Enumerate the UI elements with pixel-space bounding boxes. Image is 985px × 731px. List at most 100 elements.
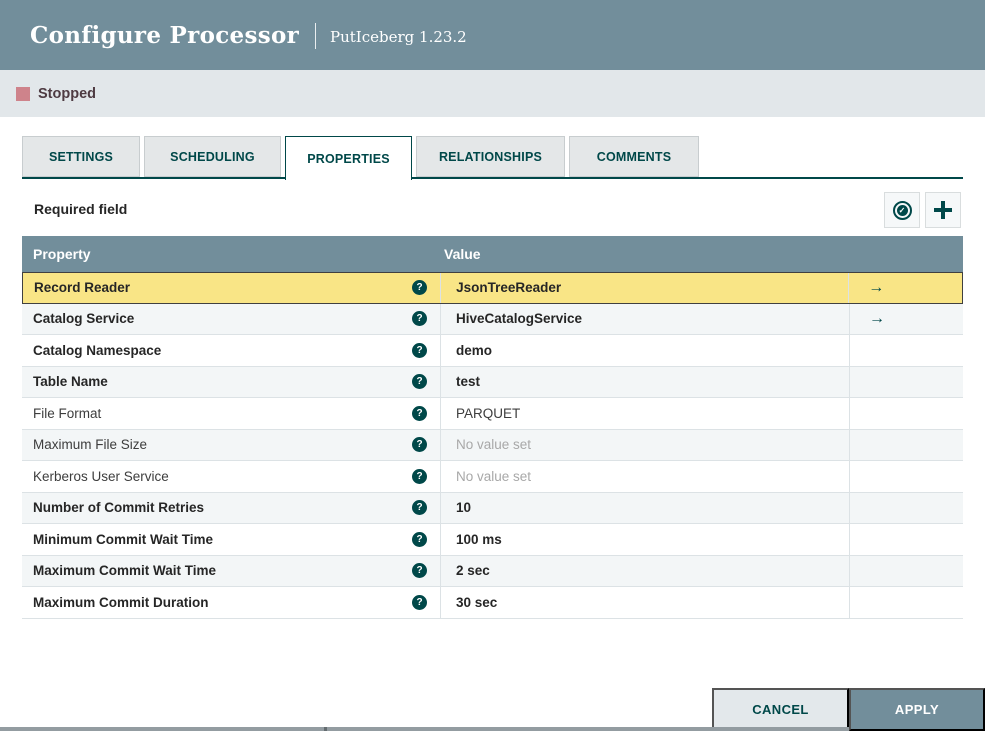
plus-icon [934,201,952,219]
cancel-button[interactable]: CANCEL [712,688,849,731]
tab-settings[interactable]: SETTINGS [22,136,140,177]
value-cell[interactable]: PARQUET [440,398,849,429]
stopped-status-icon [16,86,30,101]
help-icon[interactable]: ? [412,405,427,421]
table-header-row: Property Value [22,236,963,272]
dialog-header: Configure Processor PutIceberg 1.23.2 [0,0,985,70]
value-cell[interactable]: 100 ms [440,524,849,555]
properties-table: Property Value Record Reader ? JsonTreeR… [22,236,963,619]
tab-underline [22,177,963,179]
property-name: Maximum Commit Wait Time [33,563,217,579]
property-cell: Catalog Service ? [22,304,440,335]
go-to-cell: → [849,555,963,586]
value-cell[interactable]: 2 sec [440,555,849,586]
tab-label: PROPERTIES [307,151,390,166]
tab-label: COMMENTS [596,149,672,164]
column-header-property: Property [33,246,91,262]
property-name: Maximum File Size [33,437,148,453]
go-to-service-icon[interactable]: → [869,310,885,327]
help-icon[interactable]: ? [412,594,427,610]
table-row[interactable]: Table Name ? test → [22,366,963,398]
property-value: 100 ms [456,531,502,547]
add-property-button[interactable] [925,192,961,228]
go-to-cell: → [849,461,963,492]
property-cell: Record Reader ? [23,273,440,303]
table-row[interactable]: Minimum Commit Wait Time ? 100 ms → [22,524,963,556]
check-circle-icon: ✓ [892,200,912,220]
properties-table-body: Record Reader ? JsonTreeReader → Catalog… [22,272,963,619]
processor-type-version: PutIceberg 1.23.2 [330,27,467,46]
help-icon[interactable]: ? [412,500,427,516]
value-cell[interactable]: No value set [440,461,849,492]
go-to-cell: → [849,429,963,460]
property-cell: Kerberos User Service ? [22,461,440,492]
go-to-cell: → [849,335,963,366]
tab-label: SCHEDULING [170,149,255,164]
value-cell[interactable]: demo [440,335,849,366]
table-row[interactable]: File Format ? PARQUET → [22,398,963,430]
go-to-service-icon[interactable]: → [868,279,884,296]
tab-label: RELATIONSHIPS [438,149,543,164]
help-icon[interactable]: ? [412,342,427,358]
help-icon[interactable]: ? [412,437,427,453]
help-icon[interactable]: ? [412,311,427,327]
status-label: Stopped [38,85,96,102]
property-value: JsonTreeReader [456,280,562,296]
tab-properties[interactable]: PROPERTIES [285,136,412,180]
table-row[interactable]: Record Reader ? JsonTreeReader → [22,272,963,304]
value-cell[interactable]: 30 sec [440,587,849,618]
property-value: 2 sec [456,563,490,579]
property-value: 10 [456,500,472,516]
verify-properties-button[interactable]: ✓ [884,192,920,228]
value-cell[interactable]: No value set [440,429,849,460]
help-icon[interactable]: ? [412,531,427,547]
value-cell[interactable]: JsonTreeReader [440,273,848,303]
table-row[interactable]: Kerberos User Service ? No value set → [22,461,963,493]
go-to-cell: → [849,366,963,397]
tab-comments[interactable]: COMMENTS [569,136,699,177]
table-row[interactable]: Catalog Service ? HiveCatalogService → [22,303,963,335]
help-icon[interactable]: ? [412,374,427,390]
property-value: No value set [456,437,532,453]
tab-row: SETTINGS SCHEDULING PROPERTIES RELATIONS… [22,136,963,180]
property-cell: Number of Commit Retries ? [22,493,440,524]
table-row[interactable]: Catalog Namespace ? demo → [22,335,963,367]
table-row[interactable]: Number of Commit Retries ? 10 → [22,492,963,524]
value-cell[interactable]: HiveCatalogService [440,303,849,334]
apply-button[interactable]: APPLY [849,688,985,731]
required-field-label: Required field [34,201,128,217]
column-header-value: Value [444,246,481,262]
property-value: test [456,374,481,390]
go-to-cell: → [849,524,963,555]
property-name: Number of Commit Retries [33,500,205,516]
property-cell: Maximum Commit Wait Time ? [22,556,440,587]
property-name: File Format [33,405,102,421]
value-cell[interactable]: 10 [440,492,849,523]
property-name: Maximum Commit Duration [33,594,209,610]
table-row[interactable]: Maximum Commit Duration ? 30 sec → [22,587,963,619]
table-row[interactable]: Maximum Commit Wait Time ? 2 sec → [22,555,963,587]
go-to-cell: → [849,303,963,334]
property-value: 30 sec [456,594,498,610]
property-name: Catalog Service [33,311,135,327]
tab-relationships[interactable]: RELATIONSHIPS [416,136,565,177]
property-name: Record Reader [34,280,131,296]
status-bar: Stopped [0,70,985,117]
property-cell: Maximum File Size ? [22,430,440,461]
help-icon[interactable]: ? [412,468,427,484]
value-cell[interactable]: test [440,366,849,397]
go-to-cell: → [849,492,963,523]
tab-bar: SETTINGS SCHEDULING PROPERTIES RELATIONS… [22,136,963,182]
table-row[interactable]: Maximum File Size ? No value set → [22,429,963,461]
property-name: Minimum Commit Wait Time [33,531,214,547]
property-value: demo [456,342,493,358]
property-value: HiveCatalogService [456,311,583,327]
property-value: PARQUET [456,405,521,421]
property-name: Catalog Namespace [33,342,162,358]
property-name: Kerberos User Service [33,468,169,484]
help-icon[interactable]: ? [412,280,428,296]
property-name: Table Name [33,374,108,390]
property-cell: File Format ? [22,398,440,429]
tab-scheduling[interactable]: SCHEDULING [144,136,281,177]
help-icon[interactable]: ? [412,563,427,579]
